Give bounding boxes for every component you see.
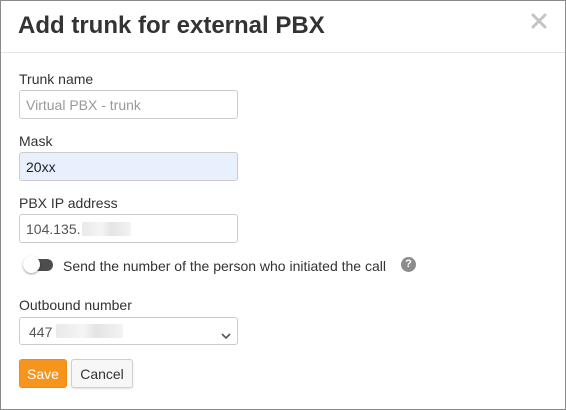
- outbound-number-label: Outbound number: [19, 297, 132, 313]
- pbx-ip-field: [19, 214, 238, 243]
- cancel-button[interactable]: Cancel: [71, 359, 133, 388]
- trunk-name-label: Trunk name: [19, 71, 94, 87]
- outbound-number-value: 447: [29, 324, 53, 340]
- redacted-ip-blur: [82, 222, 131, 236]
- send-caller-number-toggle[interactable]: [23, 256, 53, 273]
- trunk-name-input[interactable]: [19, 90, 238, 119]
- question-icon[interactable]: ?: [401, 257, 416, 272]
- close-icon[interactable]: [531, 13, 547, 29]
- outbound-number-select[interactable]: 447: [19, 317, 238, 345]
- mask-input[interactable]: [19, 152, 238, 181]
- add-trunk-dialog: Add trunk for external PBX Trunk name Ma…: [0, 0, 566, 410]
- chevron-down-icon: [221, 327, 231, 345]
- save-button[interactable]: Save: [19, 359, 67, 388]
- dialog-title: Add trunk for external PBX: [18, 12, 325, 39]
- dialog-header: Add trunk for external PBX: [1, 1, 565, 53]
- toggle-knob: [23, 256, 40, 273]
- pbx-ip-label: PBX IP address: [19, 195, 118, 211]
- redacted-number-blur: [56, 324, 123, 338]
- mask-label: Mask: [19, 133, 53, 149]
- send-caller-number-label: Send the number of the person who initia…: [63, 258, 386, 274]
